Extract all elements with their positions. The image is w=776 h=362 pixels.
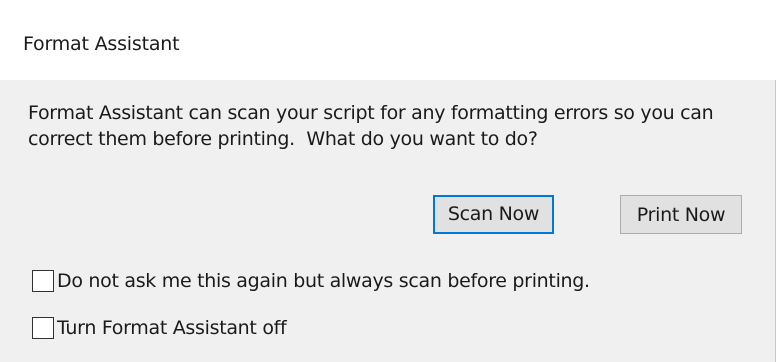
always-scan-option[interactable]: Do not ask me this again but always scan… xyxy=(32,269,590,293)
message-line-1: Format Assistant can scan your script fo… xyxy=(28,102,714,124)
turn-off-checkbox[interactable] xyxy=(32,317,54,339)
scan-now-button[interactable]: Scan Now xyxy=(433,195,554,234)
dialog-title: Format Assistant xyxy=(23,33,180,55)
always-scan-checkbox[interactable] xyxy=(32,270,54,292)
message-line-2: correct them before printing. What do yo… xyxy=(28,128,538,150)
dialog-message: Format Assistant can scan your script fo… xyxy=(28,100,768,152)
print-now-button[interactable]: Print Now xyxy=(620,195,742,234)
always-scan-label[interactable]: Do not ask me this again but always scan… xyxy=(57,269,590,293)
dialog-title-bar: Format Assistant xyxy=(0,0,776,80)
format-assistant-dialog: Format Assistant Format Assistant can sc… xyxy=(0,0,776,362)
turn-off-label[interactable]: Turn Format Assistant off xyxy=(57,316,287,340)
turn-off-option[interactable]: Turn Format Assistant off xyxy=(32,316,287,340)
